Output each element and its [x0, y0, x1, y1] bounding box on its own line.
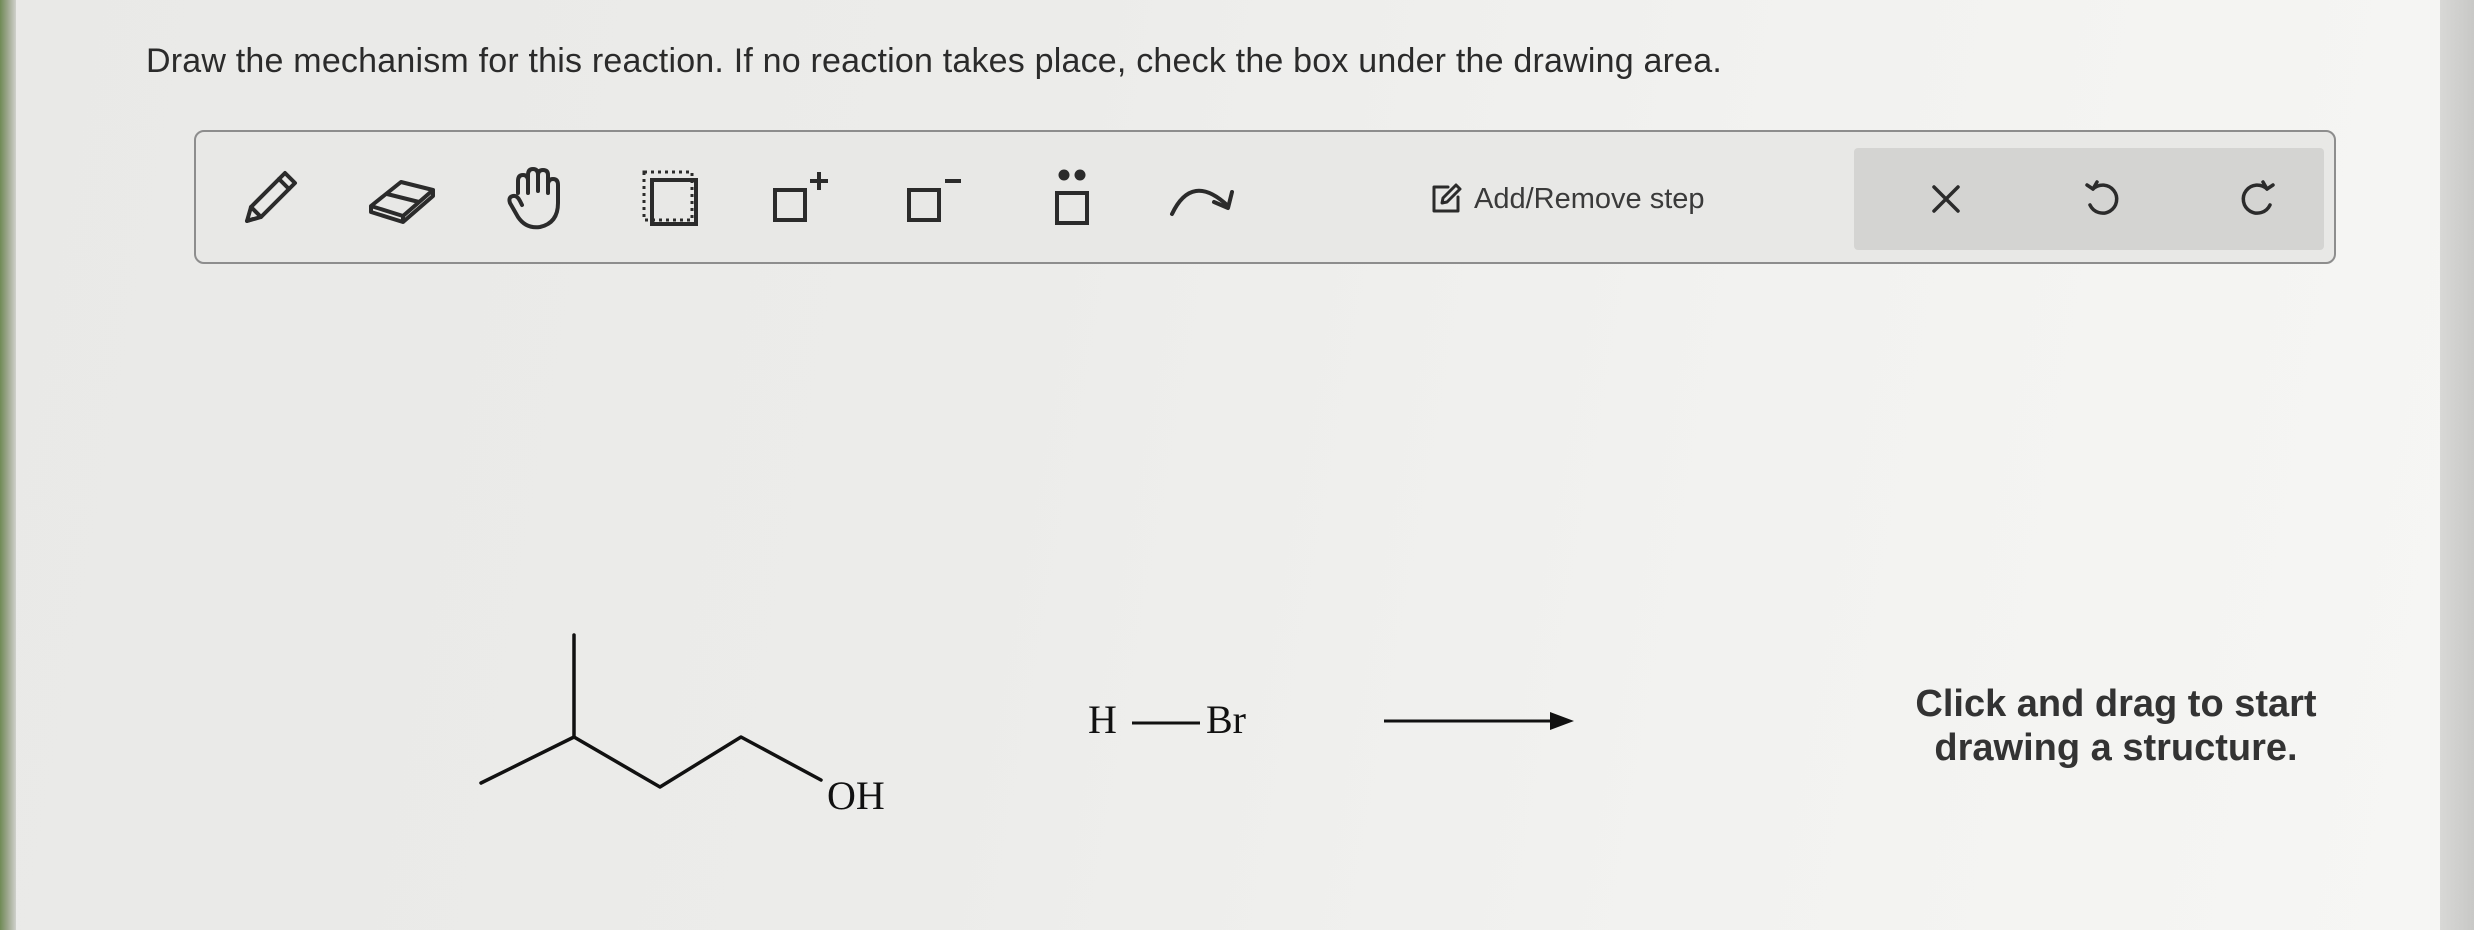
eraser-tool[interactable] [360, 156, 444, 240]
drawing-hint: Click and drag to start drawing a struct… [1816, 682, 2416, 770]
undo-icon [2085, 180, 2119, 215]
pencil-tool[interactable] [226, 156, 310, 240]
eraser-icon [369, 180, 435, 224]
hand-tool[interactable] [494, 156, 578, 240]
redo-icon [2241, 180, 2275, 215]
curved-arrow-icon [1170, 188, 1234, 216]
square-minus-charge-icon [907, 179, 961, 222]
reaction-arrow [1384, 712, 1574, 730]
question-prompt: Draw the mechanism for this reaction. If… [146, 42, 1722, 80]
reactant-skeletal-structure [479, 633, 823, 789]
selection-tool[interactable] [628, 156, 712, 240]
curved-arrow-tool[interactable] [1162, 156, 1246, 240]
toolbar-action-group [1854, 148, 2324, 250]
dotted-selection-icon [642, 170, 698, 226]
hand-icon [507, 167, 560, 230]
reagent-hydrogen-label: H [1088, 697, 1117, 742]
reagent-bromine-label: Br [1206, 697, 1246, 742]
drawing-hint-line-1: Click and drag to start [1915, 683, 2317, 725]
bond-chain [479, 735, 823, 789]
add-remove-step-button[interactable]: Add/Remove step [1428, 174, 1705, 224]
add-remove-step-label: Add/Remove step [1474, 182, 1705, 215]
drawing-hint-line-2: drawing a structure. [1934, 727, 2298, 769]
drawing-toolbar: Add/Remove step [194, 130, 2336, 264]
lone-pair-tool[interactable] [1030, 156, 1114, 240]
redo-button[interactable] [2216, 157, 2300, 241]
pencil-icon [245, 171, 297, 223]
hydroxyl-group-label: OH [827, 773, 885, 818]
edit-icon [1432, 183, 1462, 213]
positive-charge-tool[interactable] [762, 156, 846, 240]
left-edge-background [0, 0, 16, 930]
close-icon [1932, 185, 1960, 213]
square-lone-pair-icon [1055, 169, 1089, 225]
undo-button[interactable] [2060, 157, 2144, 241]
right-edge-background [2440, 0, 2474, 930]
negative-charge-tool[interactable] [896, 156, 980, 240]
reagent-bond [1132, 721, 1200, 725]
square-plus-charge-icon [773, 172, 828, 222]
clear-button[interactable] [1904, 157, 1988, 241]
